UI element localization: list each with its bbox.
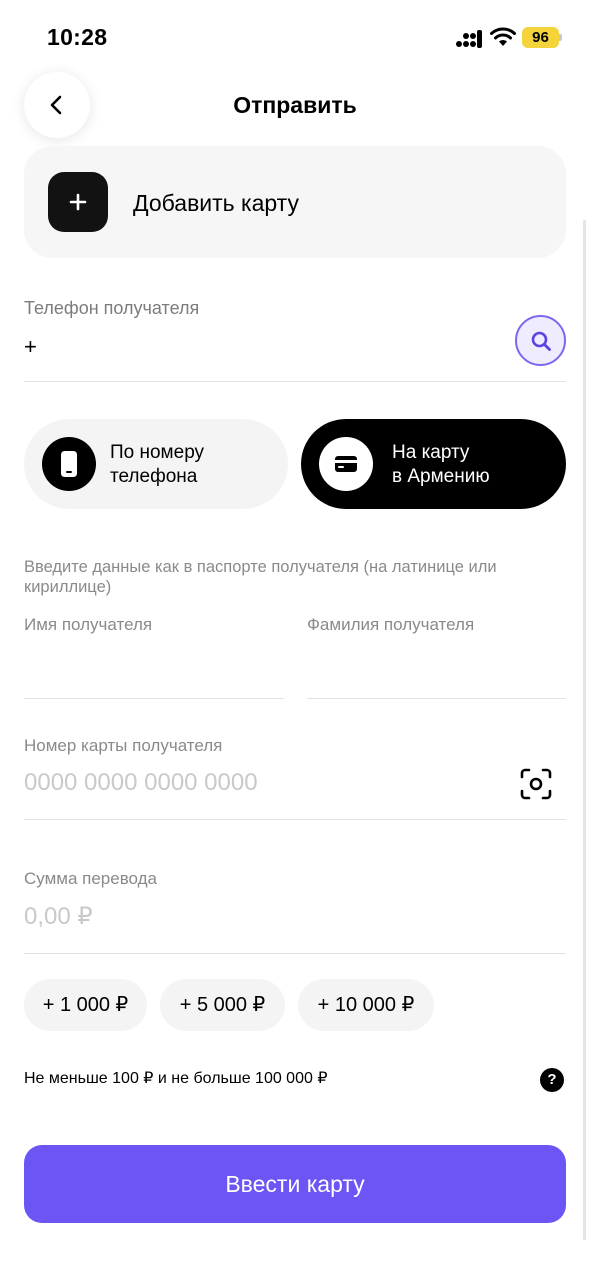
help-icon[interactable]: ? — [540, 1068, 564, 1092]
mode-by-phone-line1: По номеру — [110, 442, 205, 463]
passport-hint: Введите данные как в паспорте получателя… — [24, 558, 497, 596]
battery-indicator: 96 — [522, 27, 562, 48]
mode-to-card-line2: в Армению — [392, 466, 490, 487]
first-name-divider — [24, 698, 284, 699]
amount-divider — [24, 953, 566, 954]
contact-search-button[interactable] — [515, 315, 566, 366]
credit-card-icon — [319, 437, 373, 491]
first-name-label: Имя получателя — [24, 615, 153, 634]
chip-add-5000[interactable]: + 5 000 ₽ — [160, 979, 285, 1031]
cellular-signal-icon — [456, 30, 482, 48]
header: Отправить — [0, 70, 590, 140]
search-icon — [531, 331, 551, 351]
mode-by-phone-button[interactable]: По номеру телефона — [24, 419, 288, 509]
phone-input[interactable] — [24, 332, 484, 362]
add-card-button[interactable]: Добавить карту — [24, 146, 566, 258]
chip-add-1000[interactable]: + 1 000 ₽ — [24, 979, 147, 1031]
amount-input[interactable]: 0,00 ₽ — [24, 902, 93, 931]
add-card-label: Добавить карту — [133, 190, 299, 216]
first-name-input[interactable] — [24, 645, 284, 695]
mode-to-card-label: На карту в Армению — [392, 441, 490, 489]
last-name-divider — [307, 698, 566, 699]
amount-limit-text: Не меньше 100 ₽ и не больше 100 000 ₽ — [24, 1070, 328, 1087]
mode-to-card-line1: На карту — [392, 442, 470, 463]
wifi-icon — [490, 27, 516, 46]
scan-icon[interactable] — [520, 768, 552, 800]
mode-by-phone-label: По номеру телефона — [110, 441, 204, 489]
status-time: 10:28 — [47, 24, 108, 50]
chip-add-10000[interactable]: + 10 000 ₽ — [298, 979, 434, 1031]
amount-label: Сумма перевода — [24, 869, 158, 888]
card-number-input[interactable]: 0000 0000 0000 0000 — [24, 769, 258, 797]
last-name-input[interactable] — [307, 645, 566, 695]
page-title: Отправить — [233, 92, 357, 118]
status-bar: 10:28 96 — [0, 0, 590, 70]
mode-by-phone-line2: телефона — [110, 466, 198, 487]
scrollbar[interactable] — [583, 220, 586, 1240]
plus-icon — [48, 172, 108, 232]
battery-tip — [559, 34, 562, 41]
phone-divider — [24, 381, 566, 382]
card-number-label: Номер карты получателя — [24, 736, 223, 755]
enter-card-button[interactable]: Ввести карту — [24, 1145, 566, 1223]
card-number-divider — [24, 819, 566, 820]
phone-icon — [42, 437, 96, 491]
last-name-label: Фамилия получателя — [307, 615, 475, 634]
battery-level: 96 — [522, 27, 559, 48]
phone-field-label: Телефон получателя — [24, 298, 200, 318]
mode-to-card-button[interactable]: На карту в Армению — [301, 419, 566, 509]
